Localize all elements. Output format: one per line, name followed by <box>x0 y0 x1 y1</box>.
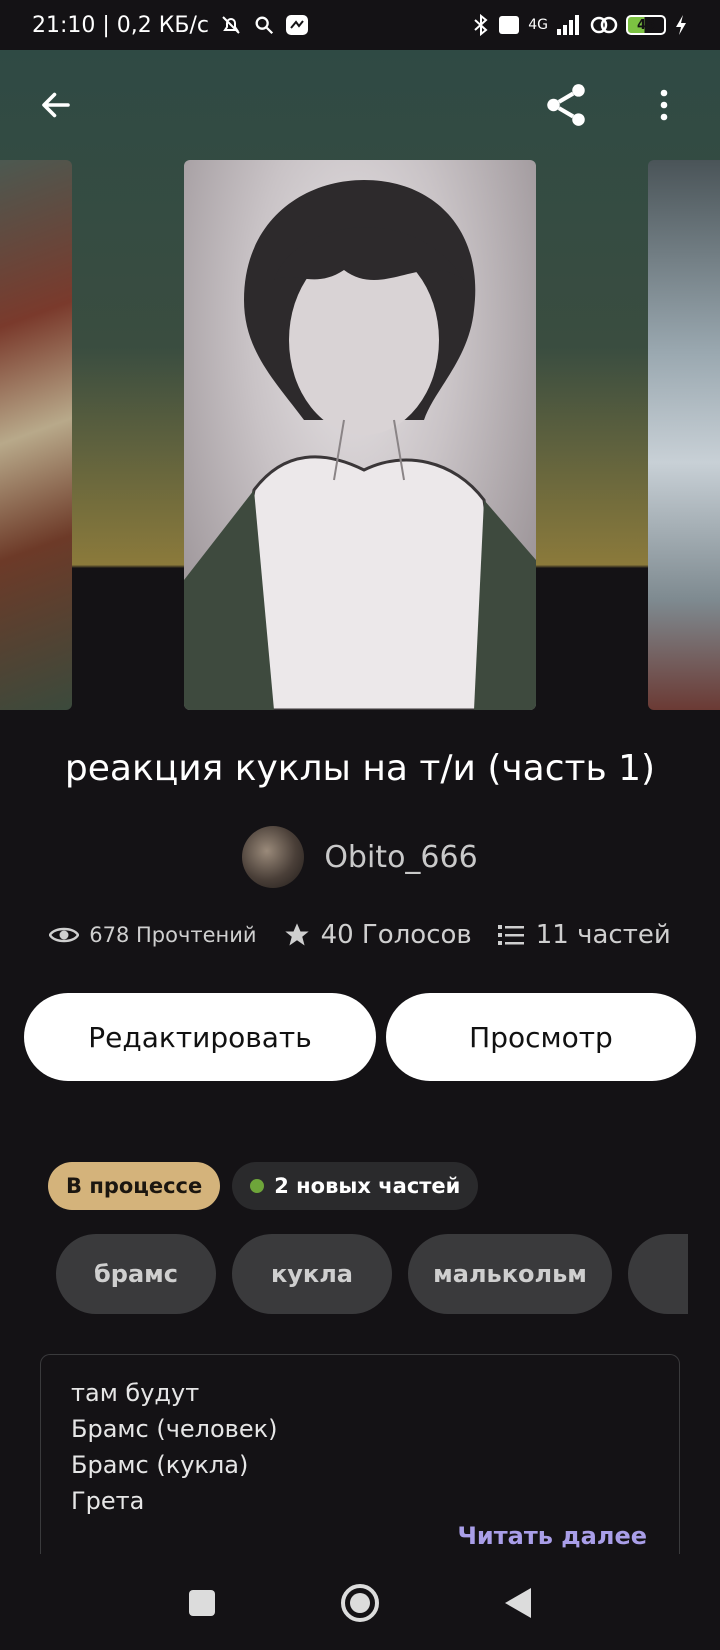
parts-count: 11 частей <box>535 920 671 950</box>
bluetooth-icon <box>472 13 490 37</box>
charging-icon <box>674 14 688 36</box>
badges-row: В процессе 2 новых частей <box>48 1162 479 1210</box>
status-bar: 21:10 | 0,2 КБ/с 4G 46 <box>0 0 720 50</box>
story-stats: 678 Прочтений 40 Голосов 11 частей <box>0 920 720 950</box>
share-button[interactable] <box>540 79 592 131</box>
battery-level: 46 <box>636 17 656 33</box>
reads-count: 678 Прочтений <box>89 923 257 947</box>
mute-bell-icon <box>219 13 243 37</box>
description-box: там будут Брамс (человек) Брамс (кукла) … <box>40 1354 680 1554</box>
author-avatar[interactable] <box>242 826 305 888</box>
more-vertical-icon <box>660 89 668 121</box>
read-more-link[interactable]: Читать далее <box>458 1522 647 1550</box>
star-icon <box>284 923 309 946</box>
status-right: 4G 46 <box>472 13 688 37</box>
edit-button[interactable]: Редактировать <box>24 993 376 1081</box>
action-buttons: Редактировать Просмотр <box>24 993 696 1081</box>
new-parts-badge: 2 новых частей <box>232 1162 479 1210</box>
network-type: 4G <box>528 17 548 33</box>
description-line: Брамс (человек) <box>71 1415 278 1443</box>
eye-icon <box>49 927 80 943</box>
back-arrow-icon <box>42 92 70 118</box>
tag-chip[interactable]: брамс <box>56 1234 216 1314</box>
parts-stat: 11 частей <box>497 920 671 950</box>
description-line: там будут <box>71 1379 200 1407</box>
list-icon <box>497 925 524 945</box>
author-name[interactable]: Obito_666 <box>324 840 477 875</box>
new-indicator-dot <box>250 1179 265 1193</box>
triangle-back-icon <box>505 1587 531 1618</box>
share-icon <box>547 84 585 126</box>
more-options-button[interactable] <box>638 79 690 131</box>
home-circle-icon <box>341 1583 379 1622</box>
votes-stat: 40 Голосов <box>283 920 472 950</box>
signal-icon <box>556 15 582 35</box>
recents-button[interactable] <box>178 1579 226 1627</box>
tag-chip[interactable]: кукла <box>232 1234 392 1314</box>
back-button[interactable] <box>30 79 82 131</box>
description-line: Грета <box>71 1487 145 1515</box>
votes-count: 40 Голосов <box>320 920 472 950</box>
cover-previous[interactable] <box>0 160 72 710</box>
status-badge: В процессе <box>48 1162 221 1210</box>
description-line: Брамс (кукла) <box>71 1451 249 1479</box>
search-icon <box>253 14 275 36</box>
cover-next[interactable] <box>648 160 720 710</box>
square-icon <box>189 1589 215 1616</box>
tags-row[interactable]: брамс кукла малькольм к <box>56 1234 688 1314</box>
new-parts-label: 2 новых частей <box>274 1174 461 1198</box>
tag-chip[interactable]: малькольм <box>408 1234 612 1314</box>
link-icon <box>590 15 618 35</box>
status-time: 21:10 | 0,2 КБ/с <box>32 12 209 38</box>
tag-chip[interactable]: к <box>628 1234 688 1314</box>
cover-illustration <box>184 180 536 710</box>
story-title: реакция куклы на т/и (часть 1) <box>64 748 656 789</box>
top-app-bar <box>0 50 720 160</box>
home-button[interactable] <box>336 1579 384 1627</box>
author-row[interactable]: Obito_666 <box>0 826 720 888</box>
back-nav-button[interactable] <box>494 1579 542 1627</box>
preview-button[interactable]: Просмотр <box>386 993 696 1081</box>
volte-icon <box>498 15 520 35</box>
app-notification-icon <box>285 14 309 36</box>
system-nav-bar <box>0 1555 720 1650</box>
cover-current[interactable] <box>184 160 536 710</box>
status-left: 21:10 | 0,2 КБ/с <box>32 13 309 38</box>
reads-stat: 678 Прочтений <box>49 923 257 947</box>
battery-icon: 46 <box>626 15 666 35</box>
